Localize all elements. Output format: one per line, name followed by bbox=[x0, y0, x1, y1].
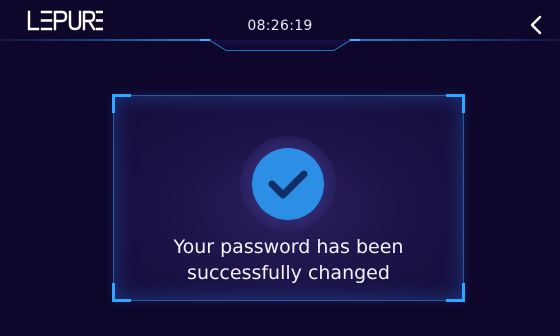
success-message-line-2: successfully changed bbox=[187, 262, 390, 284]
top-bar: 08:26:19 bbox=[0, 0, 560, 52]
dialog-corner-top-right bbox=[446, 94, 465, 113]
success-message: Your password has been successfully chan… bbox=[114, 234, 463, 286]
check-circle-icon bbox=[240, 136, 336, 232]
dialog-corner-top-left bbox=[112, 94, 131, 113]
success-message-line-1: Your password has been bbox=[173, 236, 404, 258]
chevron-left-icon bbox=[530, 15, 542, 35]
success-dialog: Your password has been successfully chan… bbox=[112, 94, 465, 302]
back-button[interactable] bbox=[524, 12, 550, 38]
clock: 08:26:19 bbox=[247, 18, 313, 34]
password-changed-screen: 08:26:19 Your password has been successf… bbox=[0, 0, 560, 336]
